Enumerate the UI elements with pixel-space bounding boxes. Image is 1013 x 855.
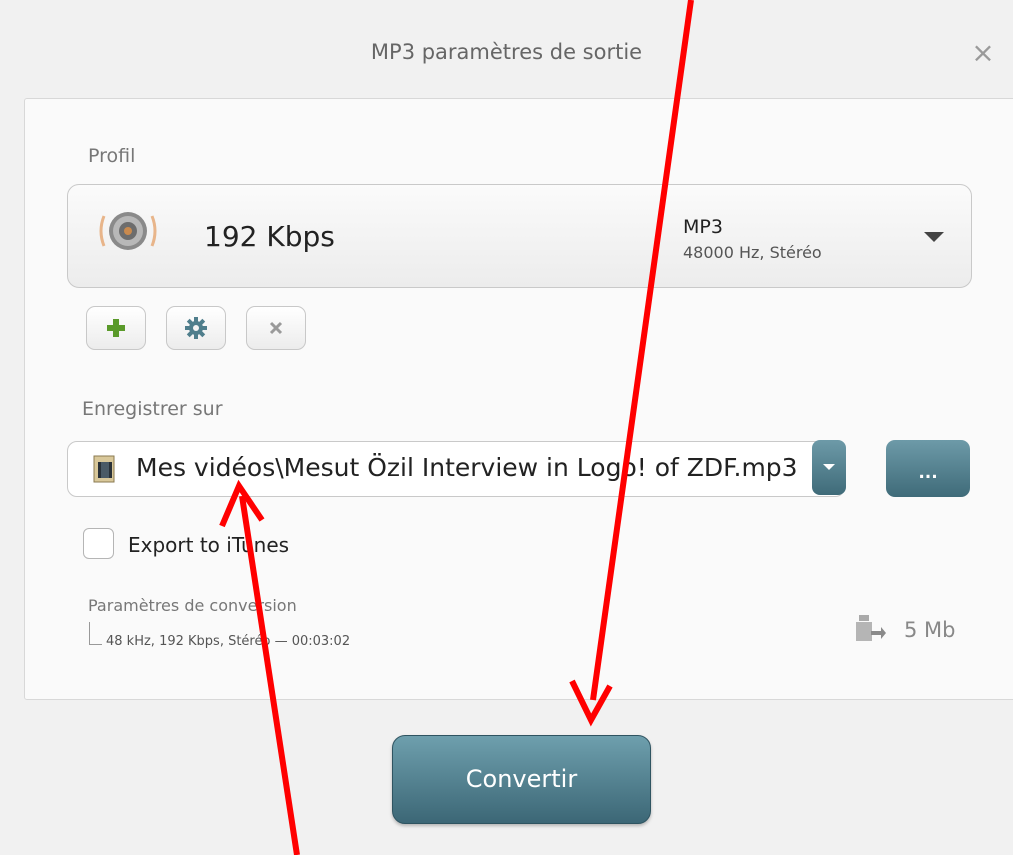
file-size-icon <box>856 615 886 641</box>
profile-settings-button[interactable] <box>166 306 226 350</box>
browse-button[interactable]: ... <box>886 440 970 497</box>
gear-icon <box>185 317 207 339</box>
speaker-icon <box>99 212 157 250</box>
conversion-settings-detail: 48 kHz, 192 Kbps, Stéréo — 00:03:02 <box>106 634 351 649</box>
tree-connector <box>89 622 102 645</box>
delete-profile-button[interactable] <box>246 306 306 350</box>
window-title: MP3 paramètres de sortie <box>370 40 643 64</box>
add-profile-button[interactable] <box>86 306 146 350</box>
chevron-down-icon[interactable] <box>924 232 944 242</box>
chevron-down-icon <box>823 464 835 470</box>
conversion-settings-title: Paramètres de conversion <box>88 596 297 615</box>
export-itunes-checkbox[interactable] <box>83 528 114 559</box>
save-location-label: Enregistrer sur <box>82 398 223 420</box>
estimated-size: 5 Mb <box>904 618 956 642</box>
x-icon <box>269 321 283 335</box>
title-bar: MP3 paramètres de sortie × <box>0 0 1013 98</box>
save-path-dropdown-button[interactable] <box>812 440 846 495</box>
profile-dropdown[interactable] <box>67 184 972 288</box>
video-file-icon <box>93 455 115 483</box>
export-itunes-label[interactable]: Export to iTunes <box>128 533 289 557</box>
close-icon[interactable]: × <box>968 38 998 68</box>
profile-bitrate: 192 Kbps <box>204 220 335 253</box>
profile-format: MP3 <box>683 216 723 238</box>
profile-label: Profil <box>88 145 136 167</box>
plus-icon <box>107 319 125 337</box>
profile-format-detail: 48000 Hz, Stéréo <box>683 243 822 262</box>
save-path-text[interactable]: Mes vidéos\Mesut Özil Interview in Logo!… <box>136 448 812 488</box>
convert-button[interactable]: Convertir <box>392 735 651 824</box>
